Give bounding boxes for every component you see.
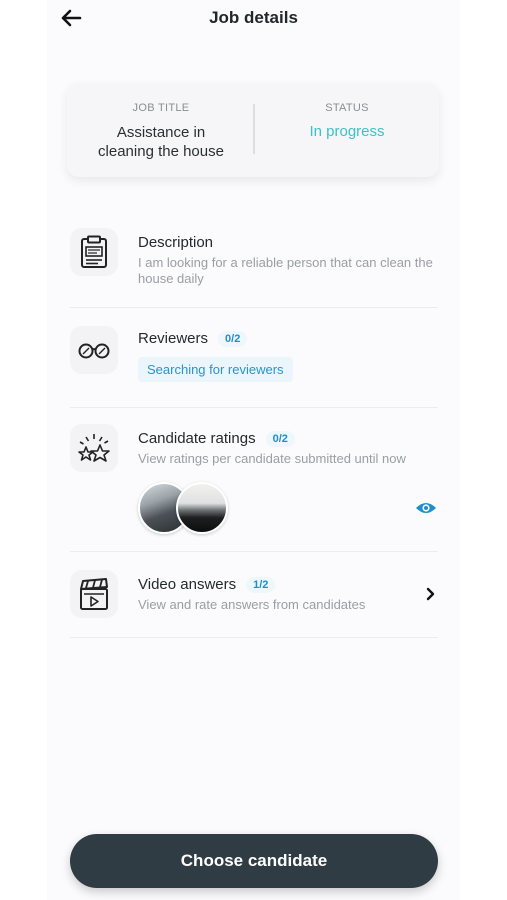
section-divider (70, 407, 438, 408)
candidate-ratings-title: Candidate ratings 0/2 (138, 430, 438, 447)
reviewers-count-badge: 0/2 (218, 330, 248, 347)
reviewers-section[interactable]: Reviewers 0/2 Searching for reviewers (70, 324, 438, 408)
page-title: Job details (209, 8, 298, 27)
reviewers-status-chip: Searching for reviewers (138, 357, 293, 382)
job-title-label: JOB TITLE (132, 102, 190, 114)
candidate-ratings-body: Candidate ratings 0/2 View ratings per c… (138, 430, 438, 467)
reviewers-body: Reviewers 0/2 Searching for reviewers (138, 330, 438, 382)
reviewers-title: Reviewers 0/2 (138, 330, 438, 347)
job-summary-card: JOB TITLE Assistance in cleaning the hou… (67, 83, 439, 177)
clapperboard-icon (80, 578, 108, 610)
video-answers-icon-box (70, 570, 118, 618)
candidate-ratings-text: View ratings per candidate submitted unt… (138, 451, 406, 466)
description-title-text: Description (138, 234, 214, 251)
clipboard-icon (81, 235, 107, 268)
job-title-value: Assistance in cleaning the house (67, 123, 255, 161)
section-divider (70, 637, 438, 638)
view-ratings-button[interactable] (414, 496, 438, 520)
section-divider (70, 307, 438, 308)
description-text: I am looking for a reliable person that … (138, 255, 433, 286)
star-burst-icon (78, 434, 110, 462)
section-divider (70, 551, 438, 552)
video-answers-body: Video answers 1/2 View and rate answers … (138, 576, 438, 613)
status-value: In progress (309, 123, 385, 140)
candidate-avatar[interactable] (176, 482, 228, 534)
status-label: STATUS (325, 102, 369, 114)
candidate-ratings-count-badge: 0/2 (265, 430, 295, 447)
video-answers-section[interactable]: Video answers 1/2 View and rate answers … (70, 568, 438, 638)
job-title-line-2: cleaning the house (98, 143, 224, 160)
job-title-block: JOB TITLE Assistance in cleaning the hou… (67, 83, 255, 177)
video-answers-title-text: Video answers (138, 576, 237, 593)
description-body: Description I am looking for a reliable … (138, 234, 438, 287)
description-section[interactable]: Description I am looking for a reliable … (70, 228, 438, 308)
reviewers-icon-box (70, 326, 118, 374)
video-answers-title: Video answers 1/2 (138, 576, 438, 593)
job-title-line-1: Assistance in (116, 124, 206, 141)
choose-candidate-button[interactable]: Choose candidate (70, 834, 438, 888)
open-video-answers-button[interactable] (422, 582, 438, 606)
status-block: STATUS In progress (255, 83, 439, 177)
video-answers-count-badge: 1/2 (246, 576, 276, 593)
reviewers-title-text: Reviewers (138, 330, 209, 347)
candidate-ratings-section[interactable]: Candidate ratings 0/2 View ratings per c… (70, 424, 438, 552)
glasses-icon (78, 343, 110, 359)
chevron-right-icon (426, 587, 434, 601)
description-title: Description (138, 234, 438, 251)
description-icon-box (70, 228, 118, 276)
video-answers-text: View and rate answers from candidates (138, 597, 366, 612)
candidate-avatars (138, 482, 238, 534)
eye-icon (416, 503, 436, 513)
header: Job details (0, 0, 507, 40)
candidate-ratings-icon-box (70, 424, 118, 472)
candidate-ratings-title-text: Candidate ratings (138, 430, 256, 447)
